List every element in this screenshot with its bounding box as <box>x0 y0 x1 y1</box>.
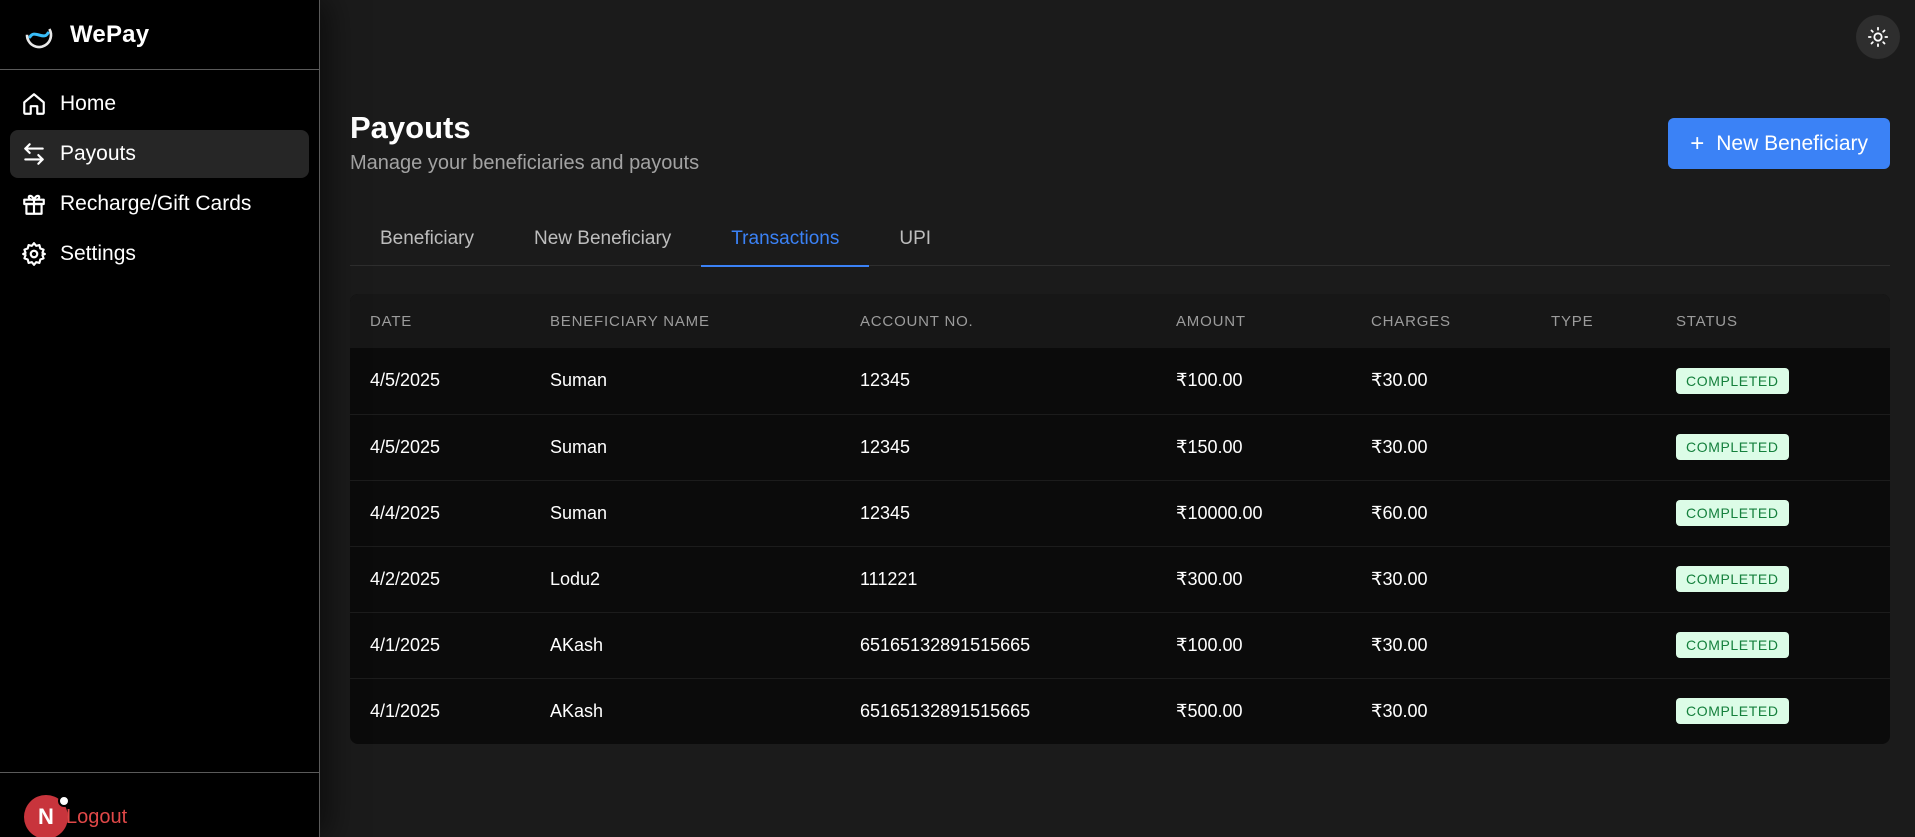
brand[interactable]: WePay <box>0 0 319 70</box>
cell-status: COMPLETED <box>1656 546 1890 612</box>
tab-transactions[interactable]: Transactions <box>701 212 870 267</box>
status-badge: COMPLETED <box>1676 566 1789 592</box>
home-icon <box>20 90 48 118</box>
cell-beneficiary-name: Suman <box>550 370 608 391</box>
sidebar-item-label: Recharge/Gift Cards <box>60 192 252 215</box>
cell-charges: ₹30.00 <box>1371 370 1428 391</box>
tabs: Beneficiary New Beneficiary Transactions… <box>350 212 1890 267</box>
column-header-type: TYPE <box>1551 312 1594 330</box>
tab-new-beneficiary[interactable]: New Beneficiary <box>504 212 701 266</box>
table-row[interactable]: 4/5/2025 Suman 12345 ₹150.00 ₹30.00 COMP… <box>350 414 1890 480</box>
cell-status: COMPLETED <box>1656 678 1890 744</box>
page-subtitle: Manage your beneficiaries and payouts <box>350 152 700 174</box>
sidebar-nav: Home Payouts Recharge/Gift Cards Setting… <box>0 70 319 278</box>
cell-amount: ₹300.00 <box>1176 568 1243 589</box>
wepay-logo-icon <box>25 21 53 48</box>
cell-charges: ₹30.00 <box>1371 700 1428 721</box>
column-header-charges: CHARGES <box>1371 312 1451 330</box>
cell-charges: ₹30.00 <box>1371 634 1428 655</box>
cell-date: 4/5/2025 <box>370 436 441 457</box>
cell-date: 4/1/2025 <box>370 700 441 721</box>
cell-date: 4/2/2025 <box>370 568 441 589</box>
cell-date: 4/5/2025 <box>370 370 441 391</box>
theme-toggle-button[interactable] <box>1856 15 1900 59</box>
cell-amount: ₹150.00 <box>1176 436 1243 457</box>
cell-status: COMPLETED <box>1656 414 1890 480</box>
cell-type <box>1531 348 1656 414</box>
table-body: 4/5/2025 Suman 12345 ₹100.00 ₹30.00 COMP… <box>350 348 1890 744</box>
new-beneficiary-button[interactable]: + New Beneficiary <box>1668 118 1890 169</box>
column-header-beneficiary-name: BENEFICIARY NAME <box>550 312 710 330</box>
cell-account-no: 12345 <box>860 370 911 391</box>
table-row[interactable]: 4/1/2025 AKash 65165132891515665 ₹500.00… <box>350 678 1890 744</box>
sidebar: WePay Home Payouts Recharge/Gift Cards S… <box>0 0 320 837</box>
column-header-date: DATE <box>370 312 413 330</box>
status-badge: COMPLETED <box>1676 632 1789 658</box>
cell-type <box>1531 480 1656 546</box>
cell-date: 4/4/2025 <box>370 502 441 523</box>
cell-account-no: 12345 <box>860 436 911 457</box>
brand-name: WePay <box>70 20 150 48</box>
cell-account-no: 111221 <box>860 568 918 589</box>
cell-charges: ₹30.00 <box>1371 568 1428 589</box>
cell-account-no: 65165132891515665 <box>860 700 1031 721</box>
page-title: Payouts <box>350 110 471 145</box>
logout-button[interactable]: Logout <box>66 806 127 829</box>
cell-beneficiary-name: AKash <box>550 700 604 721</box>
main-content: Payouts Manage your beneficiaries and pa… <box>321 0 1915 837</box>
cell-amount: ₹100.00 <box>1176 634 1243 655</box>
cell-type <box>1531 414 1656 480</box>
column-header-amount: AMOUNT <box>1176 312 1246 330</box>
cell-beneficiary-name: AKash <box>550 634 604 655</box>
cell-amount: ₹500.00 <box>1176 700 1243 721</box>
column-header-status: STATUS <box>1676 312 1738 330</box>
cell-amount: ₹100.00 <box>1176 370 1243 391</box>
sidebar-item-label: Payouts <box>60 142 136 165</box>
cell-date: 4/1/2025 <box>370 634 441 655</box>
cell-type <box>1531 612 1656 678</box>
sun-icon <box>1867 26 1889 48</box>
cell-type <box>1531 678 1656 744</box>
sidebar-footer: N Logout <box>0 772 319 837</box>
table-header: DATE BENEFICIARY NAME ACCOUNT NO. AMOUNT… <box>350 294 1890 348</box>
tab-beneficiary[interactable]: Beneficiary <box>350 212 504 266</box>
table-row[interactable]: 4/4/2025 Suman 12345 ₹10000.00 ₹60.00 CO… <box>350 480 1890 546</box>
arrows-left-right-icon <box>20 140 48 168</box>
app: WePay Home Payouts Recharge/Gift Cards S… <box>0 0 1915 837</box>
plus-icon: + <box>1690 129 1705 157</box>
transactions-table: DATE BENEFICIARY NAME ACCOUNT NO. AMOUNT… <box>350 294 1890 744</box>
status-badge: COMPLETED <box>1676 500 1789 526</box>
sidebar-item-recharge-gift-cards[interactable]: Recharge/Gift Cards <box>10 180 309 228</box>
cell-beneficiary-name: Lodu2 <box>550 568 601 589</box>
gift-icon <box>20 190 48 218</box>
table-row[interactable]: 4/5/2025 Suman 12345 ₹100.00 ₹30.00 COMP… <box>350 348 1890 414</box>
table-row[interactable]: 4/1/2025 AKash 65165132891515665 ₹100.00… <box>350 612 1890 678</box>
status-badge: COMPLETED <box>1676 698 1789 725</box>
cell-charges: ₹60.00 <box>1371 502 1428 523</box>
new-beneficiary-button-label: New Beneficiary <box>1716 131 1868 155</box>
cell-type <box>1531 546 1656 612</box>
sidebar-item-payouts[interactable]: Payouts <box>10 130 309 178</box>
cell-status: COMPLETED <box>1656 348 1890 414</box>
cell-status: COMPLETED <box>1656 612 1890 678</box>
cell-account-no: 12345 <box>860 502 911 523</box>
status-badge: COMPLETED <box>1676 434 1789 460</box>
column-header-account-no: ACCOUNT NO. <box>860 312 974 330</box>
cell-charges: ₹30.00 <box>1371 436 1428 457</box>
sidebar-item-settings[interactable]: Settings <box>10 230 309 278</box>
cell-status: COMPLETED <box>1656 480 1890 546</box>
status-badge: COMPLETED <box>1676 367 1789 394</box>
cell-amount: ₹10000.00 <box>1176 502 1263 523</box>
cell-account-no: 65165132891515665 <box>860 634 1031 655</box>
table-row[interactable]: 4/2/2025 Lodu2 111221 ₹300.00 ₹30.00 COM… <box>350 546 1890 612</box>
tab-upi[interactable]: UPI <box>869 212 961 266</box>
gear-icon <box>20 240 48 268</box>
cell-beneficiary-name: Suman <box>550 436 608 457</box>
sidebar-item-label: Settings <box>60 242 136 265</box>
sidebar-item-label: Home <box>60 92 117 115</box>
sidebar-item-home[interactable]: Home <box>10 80 309 128</box>
cell-beneficiary-name: Suman <box>550 502 608 523</box>
